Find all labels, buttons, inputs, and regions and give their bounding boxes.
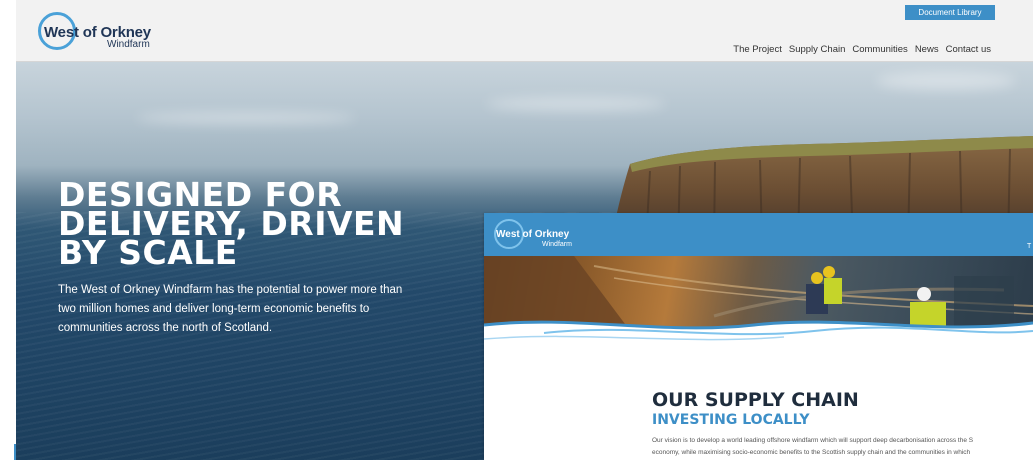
preview-logo-title: West of Orkney <box>496 229 570 240</box>
supply-chain-text: Our vision is to develop a world leading… <box>652 435 1033 459</box>
hero-cloud <box>136 112 356 124</box>
hero-title: DESIGNED FOR DELIVERY, DRIVEN BY SCALE <box>58 178 438 269</box>
nav-item-the-project[interactable]: The Project <box>733 44 782 55</box>
nav-item-news[interactable]: News <box>915 44 939 55</box>
hero-description: The West of Orkney Windfarm has the pote… <box>58 284 403 334</box>
supply-chain-subtitle: INVESTING LOCALLY <box>652 412 810 428</box>
preview-logo-subtitle: Windfarm <box>542 241 572 248</box>
nav-item-communities[interactable]: Communities <box>852 44 907 55</box>
site-header: West of Orkney Windfarm Document Library… <box>16 0 1033 62</box>
supply-chain-text-line: economy, while maximising socio-economic… <box>652 449 971 456</box>
wave-divider <box>484 320 1033 349</box>
main-nav: The Project Supply Chain Communities New… <box>733 44 991 55</box>
preview-nav-partial: T <box>1027 243 1032 250</box>
supply-chain-page-preview[interactable]: West of Orkney Windfarm T OUR SUPPLY CHA… <box>484 213 1033 460</box>
nav-item-contact-us[interactable]: Contact us <box>946 44 991 55</box>
site-logo[interactable]: West of Orkney Windfarm <box>36 10 196 54</box>
hero-cloud <box>876 72 1016 90</box>
nav-item-supply-chain[interactable]: Supply Chain <box>789 44 846 55</box>
supply-chain-title: OUR SUPPLY CHAIN <box>652 389 859 411</box>
document-library-button[interactable]: Document Library <box>905 5 995 20</box>
supply-chain-text-line: Our vision is to develop a world leading… <box>652 437 974 444</box>
logo-subtitle: Windfarm <box>107 39 150 50</box>
left-edge-strip <box>0 0 18 460</box>
preview-header: West of Orkney Windfarm T <box>484 213 1033 256</box>
hero-cloud <box>486 97 666 111</box>
